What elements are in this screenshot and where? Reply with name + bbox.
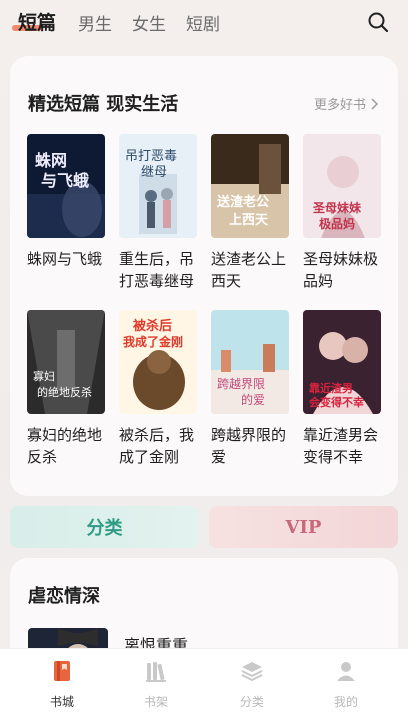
book-cover: 跨越界限 的爱 <box>211 310 289 414</box>
book-cover: 吊打恶毒 继母 <box>119 134 197 238</box>
more-books-label: 更多好书 <box>313 98 366 113</box>
book-title: 跨越界限的爱 <box>211 426 287 466</box>
svg-text:跨越界限: 跨越界限 <box>217 377 265 391</box>
book-title: 重生后，吊打恶毒继母 <box>119 250 195 290</box>
book-cover: 被杀后 我成了金刚 <box>119 310 197 414</box>
svg-text:我成了金刚: 我成了金刚 <box>123 334 183 349</box>
tab-short[interactable]: 短篇 <box>18 8 56 35</box>
svg-text:被杀后: 被杀后 <box>132 318 172 334</box>
profile-icon <box>337 662 355 681</box>
svg-text:送渣老公: 送渣老公 <box>216 194 269 210</box>
svg-text:寡妇: 寡妇 <box>33 369 55 383</box>
book-cover: 送渣老公 上西天 <box>211 134 289 238</box>
svg-text:继母: 继母 <box>141 165 167 180</box>
book-title: 蛛网与飞蛾 <box>27 250 103 268</box>
vip-button[interactable]: VIP <box>209 506 398 548</box>
nav-profile[interactable]: 我的 <box>311 659 381 710</box>
book-card[interactable]: 靠近渣男 会变得不幸 靠近渣男会变得不幸 <box>303 310 381 468</box>
book-title: 寡妇的绝地反杀 <box>27 426 103 466</box>
svg-text:吊打恶毒: 吊打恶毒 <box>125 149 177 164</box>
category-icon <box>241 662 263 682</box>
vip-label: VIP <box>285 516 322 538</box>
book-cover: 圣母妹妹 极品妈 <box>303 134 381 238</box>
svg-text:的爱: 的爱 <box>241 392 265 407</box>
nav-book-city[interactable]: 书城 <box>27 659 97 710</box>
svg-text:蛛网: 蛛网 <box>35 151 67 170</box>
nav-category[interactable]: 分类 <box>217 659 287 710</box>
category-label: 分类 <box>86 518 123 539</box>
book-card[interactable]: 圣母妹妹 极品妈 圣母妹妹极品妈 <box>303 134 381 292</box>
book-card[interactable]: 送渣老公 上西天 送渣老公上西天 <box>211 134 289 292</box>
nav-label: 我的 <box>333 695 358 709</box>
svg-text:靠近渣男: 靠近渣男 <box>309 381 353 395</box>
book-card[interactable]: 寡妇 的绝地反杀 寡妇的绝地反杀 <box>27 310 105 468</box>
top-tab-bar: 短篇 男生 女生 短剧 <box>0 0 408 44</box>
nav-label: 书城 <box>49 695 74 709</box>
tab-short-drama[interactable]: 短剧 <box>186 10 220 35</box>
category-button[interactable]: 分类 <box>10 506 199 548</box>
book-cover: 靠近渣男 会变得不幸 <box>303 310 381 414</box>
bottom-navigation: 书城 书架 分类 我的 <box>0 648 408 725</box>
nav-bookshelf[interactable]: 书架 <box>121 659 191 710</box>
svg-text:圣母妹妹: 圣母妹妹 <box>312 200 362 215</box>
featured-section-card: 精选短篇 现实生活 更多好书 蛛网 与飞蛾 蛛网与飞蛾 吊打恶毒 继母 重生后，… <box>10 56 398 496</box>
tab-male[interactable]: 男生 <box>78 10 112 35</box>
book-card[interactable]: 跨越界限 的爱 跨越界限的爱 <box>211 310 289 468</box>
book-cover: 寡妇 的绝地反杀 <box>27 310 105 414</box>
book-title: 被杀后，我成了金刚 <box>119 426 195 466</box>
svg-text:的绝地反杀: 的绝地反杀 <box>37 385 92 399</box>
book-title: 送渣老公上西天 <box>211 250 287 290</box>
section-title: 精选短篇 现实生活 <box>28 94 179 115</box>
section-title: 虐恋情深 <box>28 586 100 607</box>
book-title: 圣母妹妹极品妈 <box>303 250 379 290</box>
book-title: 靠近渣男会变得不幸 <box>303 426 379 466</box>
svg-text:会变得不幸: 会变得不幸 <box>309 395 364 409</box>
search-icon[interactable] <box>368 12 388 32</box>
book-city-icon <box>54 661 70 681</box>
svg-text:极品妈: 极品妈 <box>319 216 355 231</box>
book-cover: 蛛网 与飞蛾 <box>27 134 105 238</box>
more-books-link[interactable]: 更多好书 <box>314 94 378 113</box>
bookshelf-icon <box>146 662 166 682</box>
nav-label: 书架 <box>143 695 168 709</box>
svg-text:上西天: 上西天 <box>229 213 269 228</box>
chevron-right-icon <box>371 97 378 110</box>
nav-label: 分类 <box>239 695 264 709</box>
tab-female[interactable]: 女生 <box>132 10 166 35</box>
book-card[interactable]: 蛛网 与飞蛾 蛛网与飞蛾 <box>27 134 105 292</box>
svg-text:与飞蛾: 与飞蛾 <box>41 171 89 190</box>
book-card[interactable]: 被杀后 我成了金刚 被杀后，我成了金刚 <box>119 310 197 468</box>
book-card[interactable]: 吊打恶毒 继母 重生后，吊打恶毒继母 <box>119 134 197 292</box>
